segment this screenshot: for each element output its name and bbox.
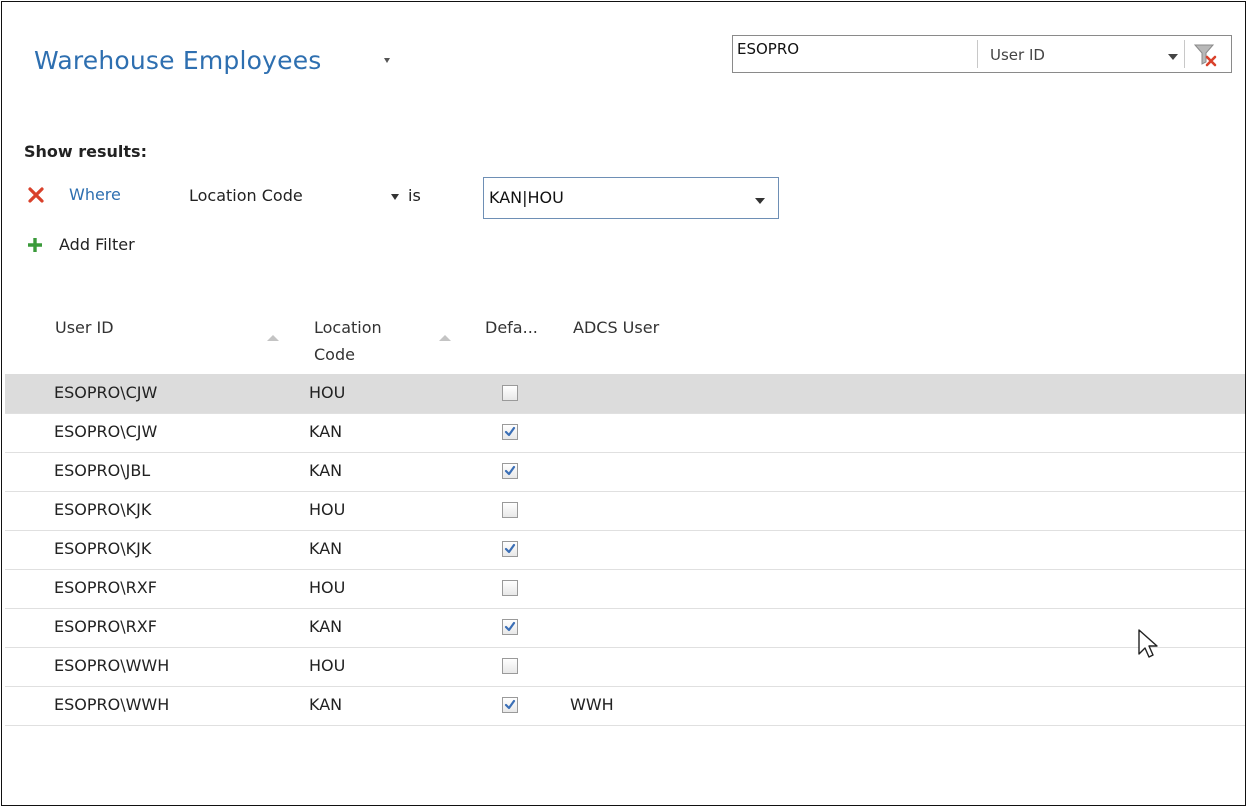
column-header-label: Code xyxy=(314,345,355,364)
default-checkbox[interactable] xyxy=(502,424,518,440)
close-icon[interactable] xyxy=(27,186,45,204)
user-id-cell: ESOPRO\CJW xyxy=(54,422,158,441)
default-checkbox[interactable] xyxy=(502,502,518,518)
chevron-down-icon[interactable] xyxy=(755,198,765,204)
divider xyxy=(1184,40,1185,68)
table-row[interactable]: ESOPRO\CJW KAN xyxy=(5,413,1245,453)
table-row[interactable]: ESOPRO\CJW HOU xyxy=(5,374,1245,414)
filter-operator: is xyxy=(408,186,421,205)
table-row[interactable]: ESOPRO\JBL KAN xyxy=(5,452,1245,492)
add-filter-button[interactable]: Add Filter xyxy=(59,235,135,254)
table-row[interactable]: ESOPRO\RXF HOU xyxy=(5,569,1245,609)
column-header-adcs-user[interactable]: ADCS User xyxy=(573,314,659,341)
user-id-cell: ESOPRO\WWH xyxy=(54,695,170,714)
filter-clear-icon[interactable] xyxy=(1191,42,1219,68)
user-id-cell: ESOPRO\JBL xyxy=(54,461,151,480)
column-header-label: User ID xyxy=(55,318,114,337)
search-box: User ID xyxy=(732,35,1232,73)
chevron-down-icon[interactable] xyxy=(1168,54,1178,60)
mouse-pointer-icon xyxy=(1138,629,1158,658)
default-checkbox[interactable] xyxy=(502,580,518,596)
page-frame: Warehouse Employees User ID Show results… xyxy=(1,1,1246,806)
checkmark-icon xyxy=(504,465,516,476)
location-code-cell: HOU xyxy=(309,500,346,519)
table-row[interactable]: ESOPRO\RXF KAN xyxy=(5,608,1245,648)
sort-ascending-icon[interactable] xyxy=(267,335,279,341)
location-code-cell: KAN xyxy=(309,539,343,558)
chevron-down-icon[interactable] xyxy=(391,194,399,200)
table-row[interactable]: ESOPRO\WWH KAN WWH xyxy=(5,686,1245,726)
column-header-label: Defa... xyxy=(485,318,538,337)
checkmark-icon xyxy=(504,543,516,554)
user-id-cell: ESOPRO\KJK xyxy=(54,500,152,519)
table-row[interactable]: ESOPRO\KJK HOU xyxy=(5,491,1245,531)
search-input[interactable] xyxy=(737,38,972,60)
location-code-cell: HOU xyxy=(309,578,346,597)
column-header-label: Location xyxy=(314,318,382,337)
table-row[interactable]: ESOPRO\KJK KAN xyxy=(5,530,1245,570)
column-header-label: ADCS User xyxy=(573,318,660,337)
filter-value-input[interactable] xyxy=(489,186,739,208)
column-header-location-code[interactable]: Location Code xyxy=(314,314,382,368)
search-field-select[interactable]: User ID xyxy=(990,46,1045,64)
checkmark-icon xyxy=(504,699,516,710)
filter-field-select[interactable]: Location Code xyxy=(189,186,303,205)
location-code-cell: HOU xyxy=(309,383,346,402)
location-code-cell: HOU xyxy=(309,656,346,675)
user-id-cell: ESOPRO\RXF xyxy=(54,578,157,597)
column-header-user-id[interactable]: User ID xyxy=(55,314,114,341)
location-code-cell: KAN xyxy=(309,695,343,714)
divider xyxy=(977,40,978,68)
default-checkbox[interactable] xyxy=(502,658,518,674)
adcs-user-cell: WWH xyxy=(570,695,614,714)
default-checkbox[interactable] xyxy=(502,385,518,401)
user-id-cell: ESOPRO\CJW xyxy=(54,383,158,402)
sort-ascending-icon[interactable] xyxy=(439,335,451,341)
default-checkbox[interactable] xyxy=(502,697,518,713)
where-link[interactable]: Where xyxy=(69,185,121,204)
filter-value-field xyxy=(483,177,779,219)
chevron-down-icon[interactable] xyxy=(384,58,390,63)
user-id-cell: ESOPRO\RXF xyxy=(54,617,157,636)
show-results-heading: Show results: xyxy=(24,142,147,161)
checkmark-icon xyxy=(504,621,516,632)
location-code-cell: KAN xyxy=(309,461,343,480)
default-checkbox[interactable] xyxy=(502,463,518,479)
user-id-cell: ESOPRO\KJK xyxy=(54,539,152,558)
user-id-cell: ESOPRO\WWH xyxy=(54,656,170,675)
column-header-default[interactable]: Defa... xyxy=(485,314,538,341)
page-title[interactable]: Warehouse Employees xyxy=(34,46,322,75)
location-code-cell: KAN xyxy=(309,617,343,636)
plus-icon[interactable] xyxy=(27,237,43,253)
default-checkbox[interactable] xyxy=(502,541,518,557)
table-row[interactable]: ESOPRO\WWH HOU xyxy=(5,647,1245,687)
checkmark-icon xyxy=(504,426,516,437)
default-checkbox[interactable] xyxy=(502,619,518,635)
location-code-cell: KAN xyxy=(309,422,343,441)
